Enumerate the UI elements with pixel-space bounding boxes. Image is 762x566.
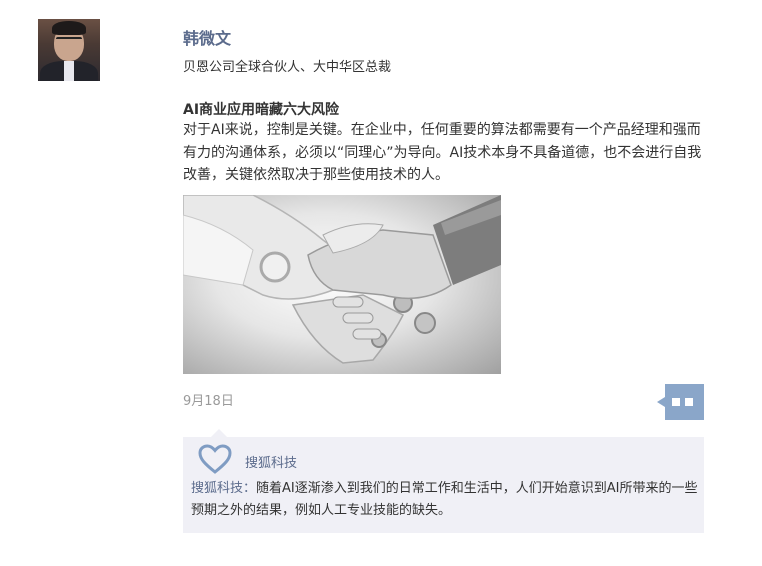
post-body: 对于AI来说，控制是关键。在企业中，任何重要的算法都需要有一个产品经理和强而有力… xyxy=(183,122,702,183)
comment-dots-icon xyxy=(657,384,704,420)
author-name[interactable]: 韩微文 xyxy=(183,25,231,49)
comment-body: 随着AI逐渐渗入到我们的日常工作和生活中，人们开始意识到AI所带来的一些预期之外… xyxy=(191,481,698,518)
likes-comments-panel: 搜狐科技 搜狐科技：随着AI逐渐渗入到我们的日常工作和生活中，人们开始意识到AI… xyxy=(183,429,704,533)
author-avatar[interactable] xyxy=(38,19,100,81)
comment-author[interactable]: 搜狐科技： xyxy=(191,481,256,496)
heart-icon[interactable] xyxy=(197,443,233,475)
post-date: 9月18日 xyxy=(183,394,234,409)
author-title: 贝恩公司全球合伙人、大中华区总裁 xyxy=(183,60,392,75)
post-image[interactable] xyxy=(183,195,501,374)
post-title: AI商业应用暗藏六大风险 xyxy=(183,102,340,118)
comment-item: 搜狐科技：随着AI逐渐渗入到我们的日常工作和生活中，人们开始意识到AI所带来的一… xyxy=(191,478,701,522)
liker-name[interactable]: 搜狐科技 xyxy=(245,452,297,471)
comment-button[interactable] xyxy=(657,384,704,420)
handshake-illustration xyxy=(183,195,501,364)
